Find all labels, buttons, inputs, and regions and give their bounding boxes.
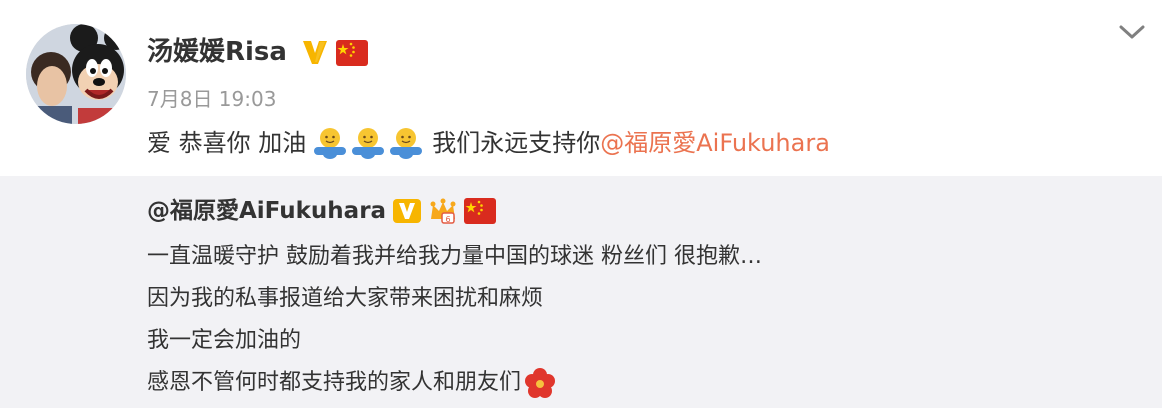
mention-link[interactable]: @福原愛AiFukuhara (600, 124, 830, 162)
post-text: 爱 恭喜你 加油 我们永远支持你 @福原愛AiFukuhara (147, 124, 830, 162)
china-flag-icon (336, 40, 368, 66)
post-text-part2: 我们永远支持你 (432, 129, 601, 157)
hug-emoji-icon (352, 128, 385, 159)
svg-text:6: 6 (446, 215, 451, 224)
post-timestamp[interactable]: 7月8日 19:03 (147, 86, 276, 112)
repost-line-text: 感恩不管何时都支持我的家人和朋友们 (147, 370, 522, 395)
verified-v-icon[interactable] (392, 198, 422, 224)
repost-author-row: @福原愛AiFukuhara 6 (147, 194, 497, 228)
flower-icon (525, 368, 556, 398)
verified-v-icon[interactable] (300, 38, 330, 66)
hug-emoji-icon (390, 128, 423, 159)
weibo-post: 汤媛媛Risa 7月8日 19:03 爱 恭喜你 加油 我们永远支持你 @福原愛… (0, 0, 1162, 408)
post-text-part1: 爱 恭喜你 加油 (147, 129, 307, 157)
hug-emoji-icon (314, 128, 347, 159)
repost-line: 因为我的私事报道给大家带来困扰和麻烦 (147, 286, 544, 311)
repost-author[interactable]: @福原愛AiFukuhara (147, 194, 386, 228)
repost-card[interactable]: @福原愛AiFukuhara 6 一直温暖守护 鼓励着我并给我力量中国的球迷 粉… (0, 176, 1162, 408)
repost-line: 一直温暖守护 鼓励着我并给我力量中国的球迷 粉丝们 很抱歉… (147, 244, 762, 269)
chevron-down-icon[interactable] (1118, 22, 1146, 42)
china-flag-icon (464, 198, 497, 224)
emoji-group (312, 125, 426, 161)
avatar[interactable] (26, 24, 126, 124)
repost-line-last: 感恩不管何时都支持我的家人和朋友们 (147, 362, 762, 404)
repost-line: 我一定会加油的 (147, 328, 302, 353)
repost-text: 一直温暖守护 鼓励着我并给我力量中国的球迷 粉丝们 很抱歉… 因为我的私事报道给… (147, 236, 762, 404)
post-author[interactable]: 汤媛媛Risa (147, 34, 287, 70)
avatar-image (26, 24, 126, 124)
crown-icon: 6 (430, 198, 456, 224)
